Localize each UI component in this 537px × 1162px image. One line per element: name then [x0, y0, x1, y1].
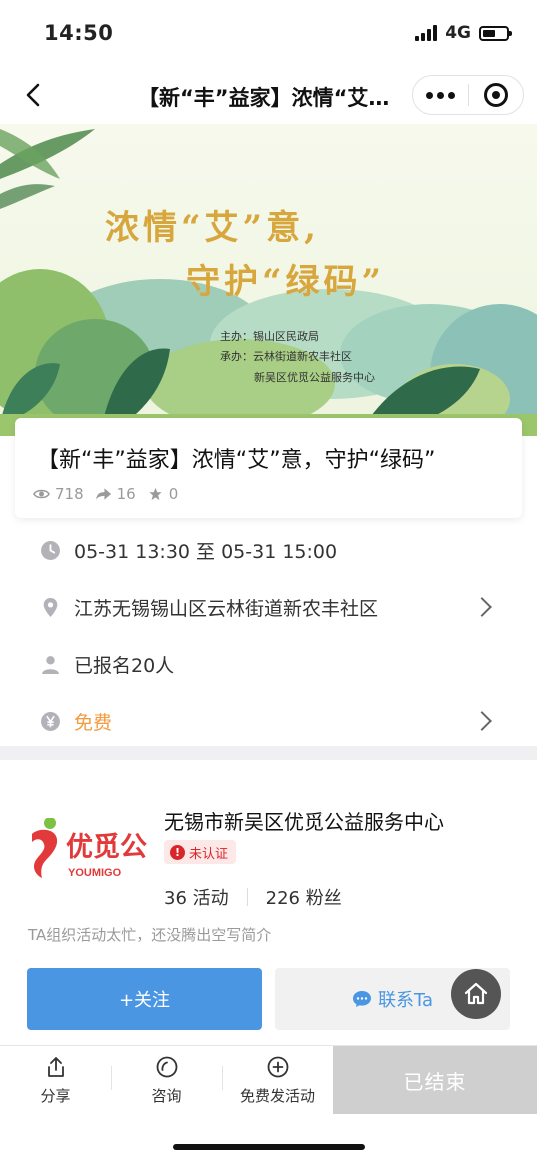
event-location: 江苏无锡锡山区云林街道新农丰社区 — [74, 598, 379, 620]
info-location-row[interactable]: 江苏无锡锡山区云林街道新农丰社区 — [0, 579, 537, 636]
share-tab[interactable]: 分享 — [0, 1046, 111, 1114]
consult-tab[interactable]: 咨询 — [111, 1046, 222, 1114]
status-bar: 14:50 4G — [0, 0, 537, 66]
chat-bubble-icon — [352, 991, 371, 1007]
organizer-stats: 36 活动 226 粉丝 — [164, 884, 342, 910]
star-count: 0 — [168, 485, 179, 503]
back-arrow-icon[interactable] — [20, 81, 48, 109]
event-info-list: 05-31 13:30 至 05-31 15:00 江苏无锡锡山区云林街道新农丰… — [0, 522, 537, 750]
more-icon[interactable] — [413, 91, 468, 99]
activity-count: 36 活动 — [164, 888, 229, 909]
consult-tab-label: 咨询 — [151, 1086, 182, 1105]
nav-bar: 【新“丰”益家】浓情“艾”意，守护“绿码” — [0, 66, 537, 124]
event-title-card: 【新“丰”益家】浓情“艾”意，守护“绿码” 718 16 0 — [15, 418, 522, 518]
home-icon — [464, 982, 488, 1005]
location-pin-icon — [43, 598, 58, 617]
network-label: 4G — [445, 23, 471, 43]
share-tab-label: 分享 — [40, 1086, 71, 1105]
eye-icon — [33, 489, 50, 499]
yen-icon — [41, 712, 60, 731]
view-count: 718 — [55, 485, 84, 503]
home-indicator — [173, 1144, 365, 1150]
follow-button[interactable]: +关注 — [27, 968, 262, 1030]
event-title: 【新“丰”益家】浓情“艾”意，守护“绿码” — [37, 448, 436, 473]
battery-icon — [479, 25, 512, 41]
star-icon — [149, 487, 162, 501]
organizer-logo-mark: 优觅公 YOUMIGO — [32, 817, 147, 879]
publish-tab-label: 免费发活动 — [239, 1086, 315, 1105]
bottom-action-bar: 分享 咨询 免费发活动 已结束 — [0, 1045, 537, 1114]
contact-label: 联系Ta — [377, 990, 434, 1011]
publish-tab[interactable]: 免费发活动 — [222, 1046, 333, 1114]
stats-separator — [246, 888, 248, 906]
event-banner: 浓情“艾”意, 守护“绿码” 主办：锡山区民政局 承办：云林街道新农丰社区 新吴… — [0, 124, 537, 436]
share-arrow-icon — [95, 488, 111, 500]
person-icon — [42, 656, 59, 674]
organizer-section: 优觅公 YOUMIGO 无锡市新吴区优觅公益服务中心 ! 未认证 36 活动 2… — [0, 760, 537, 1045]
chevron-right-icon — [472, 711, 492, 731]
close-miniprogram-icon[interactable] — [469, 83, 524, 107]
banner-headline-1: 浓情“艾”意, — [105, 208, 320, 248]
info-signup-row: 已报名20人 — [0, 636, 537, 693]
svg-text:优觅公: 优觅公 — [66, 832, 147, 862]
ended-button[interactable]: 已结束 — [333, 1046, 537, 1114]
unverified-badge: ! 未认证 — [164, 840, 237, 864]
banner-headline-2: 守护“绿码” — [186, 262, 386, 302]
miniprogram-capsule — [412, 75, 524, 115]
fan-count: 226 粉丝 — [265, 888, 342, 909]
fee-value: 免费 — [74, 712, 113, 734]
section-divider — [0, 746, 537, 760]
organizer-logo[interactable]: 优觅公 YOUMIGO — [26, 817, 150, 886]
clock-icon — [41, 541, 60, 560]
share-count: 16 — [116, 485, 136, 503]
alert-icon: ! — [170, 844, 185, 860]
home-button[interactable] — [451, 969, 501, 1019]
organizer-intro: TA组织活动太忙，还没腾出空写简介 — [28, 926, 272, 944]
svg-text:YOUMIGO: YOUMIGO — [68, 867, 122, 879]
banner-host: 主办：锡山区民政局 — [220, 330, 319, 343]
status-icons: 4G — [415, 23, 512, 43]
plus-circle-icon — [267, 1056, 288, 1077]
chevron-right-icon — [472, 597, 492, 617]
event-time: 05-31 13:30 至 05-31 15:00 — [74, 541, 338, 563]
nav-title: 【新“丰”益家】浓情“艾”意，守护“绿码” — [138, 86, 403, 110]
banner-organizer: 承办：云林街道新农丰社区 — [220, 350, 352, 363]
info-time-row: 05-31 13:30 至 05-31 15:00 — [0, 522, 537, 579]
share-icon — [47, 1056, 64, 1077]
info-fee-row[interactable]: 免费 — [0, 693, 537, 750]
event-stats: 718 16 0 — [33, 485, 178, 503]
consult-icon — [156, 1056, 177, 1077]
organizer-name[interactable]: 无锡市新吴区优觅公益服务中心 — [164, 806, 444, 835]
status-time: 14:50 — [44, 21, 114, 45]
unverified-label: 未认证 — [189, 846, 229, 862]
signal-icon — [415, 25, 438, 41]
banner-organizer-2: 新吴区优觅公益服务中心 — [254, 371, 375, 384]
signup-count: 已报名20人 — [74, 655, 175, 677]
